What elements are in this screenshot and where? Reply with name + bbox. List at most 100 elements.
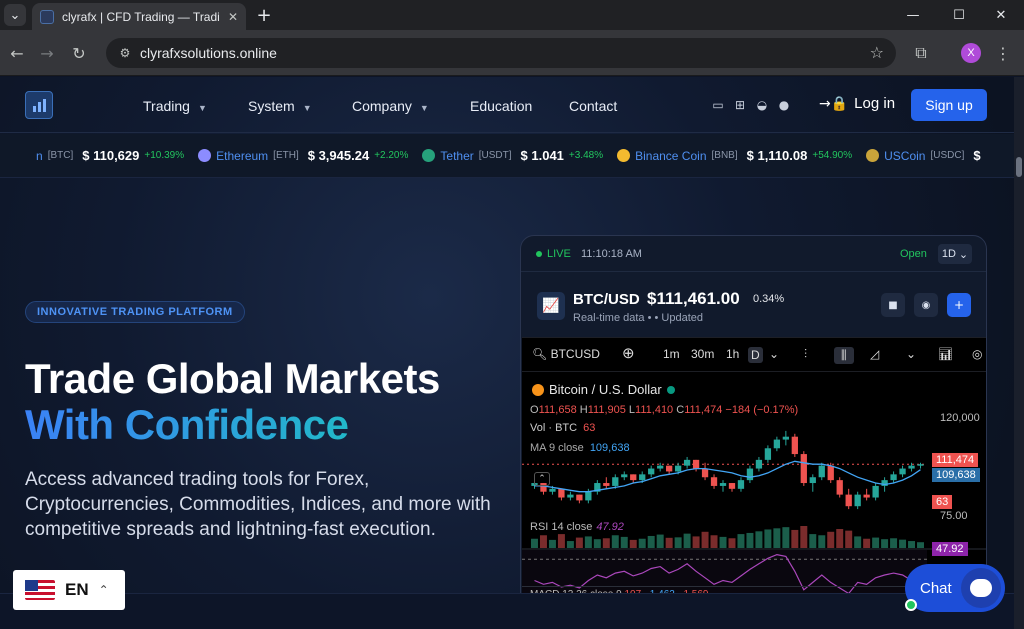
volume-bar bbox=[872, 537, 880, 548]
interval-1m[interactable]: 1m bbox=[663, 347, 680, 361]
candle-body bbox=[657, 465, 664, 469]
forward-arrow-icon[interactable]: → bbox=[34, 40, 60, 66]
candle-body bbox=[549, 488, 556, 492]
camera-icon[interactable]: ◎ bbox=[972, 347, 982, 361]
volume-bar bbox=[791, 529, 799, 548]
volume-bar bbox=[818, 535, 826, 548]
area-style-icon[interactable]: ◿ bbox=[870, 347, 879, 361]
desktop-icon[interactable]: ▭ bbox=[711, 98, 725, 112]
volume-bar bbox=[683, 533, 691, 548]
interval-1h[interactable]: 1h bbox=[726, 347, 739, 361]
volume-bar bbox=[800, 526, 808, 548]
extensions-icon[interactable]: ⧉ bbox=[908, 40, 934, 66]
maximize-button[interactable]: ☐ bbox=[936, 0, 982, 30]
profile-avatar[interactable]: X bbox=[961, 43, 981, 63]
nav-trading[interactable]: Trading ▼ bbox=[143, 98, 207, 114]
page-scrollbar[interactable] bbox=[1014, 77, 1024, 629]
language-code: EN bbox=[65, 580, 89, 599]
volume-bar bbox=[737, 534, 745, 548]
new-tab-button[interactable]: + bbox=[253, 4, 275, 26]
login-link[interactable]: →🔒 Log in bbox=[819, 95, 895, 112]
chevron-down-icon: ⌄ bbox=[958, 248, 969, 261]
chevron-down-icon[interactable]: ⌄ bbox=[769, 347, 779, 361]
site-info-icon[interactable]: ⚙ bbox=[116, 44, 134, 62]
collapse-legend-icon[interactable]: ⌃ bbox=[534, 472, 550, 486]
address-bar[interactable]: ⚙ clyrafxsolutions.online ☆ bbox=[106, 38, 896, 68]
reload-icon[interactable]: ↻ bbox=[66, 40, 92, 66]
candle-body bbox=[692, 459, 700, 469]
volume-bar bbox=[575, 537, 583, 548]
close-window-button[interactable]: ✕ bbox=[978, 0, 1024, 30]
nav-system[interactable]: System ▼ bbox=[248, 98, 312, 114]
volume-bar bbox=[746, 532, 754, 548]
volume-bar bbox=[674, 537, 682, 548]
tab-search-button[interactable]: ⌄ bbox=[4, 4, 26, 26]
ticker-symbol: [USDC] bbox=[930, 150, 965, 161]
volume-bar bbox=[728, 538, 736, 548]
volume-bar bbox=[854, 536, 862, 548]
compare-add-icon[interactable]: ⊕ bbox=[622, 344, 635, 362]
candle-body bbox=[782, 436, 789, 440]
volume-bar bbox=[782, 527, 790, 548]
hero-description: Access advanced trading tools for Forex,… bbox=[25, 469, 491, 540]
bookmark-star-icon[interactable]: ☆ bbox=[870, 43, 884, 62]
candle-body bbox=[863, 494, 870, 498]
candle-body bbox=[746, 468, 754, 481]
indicators-icon[interactable]: 📊︎ bbox=[938, 347, 953, 361]
ticker-price: $ 1.041 bbox=[520, 148, 564, 163]
hero-title-line1: Trade Global Markets bbox=[25, 355, 440, 402]
chevron-down-icon[interactable]: ⌄ bbox=[906, 347, 916, 361]
ticker-item[interactable]: USCoin [USDC] $ bbox=[866, 148, 986, 163]
android-icon[interactable]: ◒ bbox=[755, 98, 769, 112]
chat-button[interactable]: Chat bbox=[905, 564, 1005, 612]
browser-menu-icon[interactable]: ⋮ bbox=[990, 40, 1016, 66]
candle-body bbox=[639, 474, 646, 481]
usdc-icon bbox=[866, 149, 880, 162]
volume-bar bbox=[620, 536, 628, 548]
scrollbar-thumb[interactable] bbox=[1016, 157, 1022, 177]
minimize-button[interactable]: — bbox=[890, 0, 936, 30]
nav-company[interactable]: Company ▼ bbox=[352, 98, 429, 114]
symbol-search[interactable]: 🔍︎ BTCUSD bbox=[532, 347, 600, 361]
candle-body bbox=[701, 468, 709, 478]
ticker-item[interactable]: Binance Coin [BNB] $ 1,110.08 +54.90% bbox=[617, 148, 852, 163]
interval-30m[interactable]: 30m bbox=[691, 347, 714, 361]
candles-style-icon[interactable]: ⫼ bbox=[834, 347, 854, 364]
candle-body bbox=[648, 468, 655, 475]
chart-toolbar: 🔍︎ BTCUSD ⊕ 1m 30m 1h D ⌄ ⫶ ⫼ ◿ ⌄ 📊︎ ◎ bbox=[522, 338, 986, 372]
browser-tab[interactable]: clyrafx | CFD Trading — Trading ✕ bbox=[32, 3, 246, 30]
ma-line bbox=[534, 460, 921, 493]
back-arrow-icon[interactable]: ← bbox=[4, 40, 30, 66]
language-selector[interactable]: EN ⌃ bbox=[13, 570, 125, 610]
ticker-symbol: [BNB] bbox=[711, 150, 738, 161]
close-tab-icon[interactable]: ✕ bbox=[228, 10, 238, 24]
candle-body bbox=[737, 480, 745, 489]
target-button[interactable]: ◉ bbox=[914, 293, 938, 317]
ticker-item[interactable]: Tether [USDT] $ 1.041 +3.48% bbox=[422, 148, 603, 163]
clyrafx-logo[interactable] bbox=[25, 91, 53, 119]
windows-icon[interactable]: ⊞ bbox=[733, 98, 747, 112]
rsi-label: RSI 14 close 47.92 bbox=[530, 521, 624, 533]
chevron-down-icon: ▼ bbox=[302, 103, 312, 113]
widget-time: 11:10:18 AM bbox=[581, 248, 642, 260]
url-text[interactable]: clyrafxsolutions.online bbox=[140, 45, 277, 61]
apple-icon[interactable]: ● bbox=[777, 98, 791, 112]
timeframe-select[interactable]: 1D ⌄ bbox=[938, 244, 972, 264]
pair-change: 0.34% bbox=[753, 293, 785, 305]
ticker-item[interactable]: n [BTC] $ 110,629 +10.39% bbox=[36, 148, 184, 163]
nav-education[interactable]: Education bbox=[470, 98, 532, 114]
nav-contact[interactable]: Contact bbox=[569, 98, 617, 114]
chevron-down-icon: ▼ bbox=[197, 103, 207, 113]
candle-body bbox=[585, 491, 592, 501]
ticker-item[interactable]: Ethereum [ETH] $ 3,945.24 +2.20% bbox=[198, 148, 408, 163]
add-button[interactable]: + bbox=[947, 293, 971, 317]
interval-d[interactable]: D bbox=[748, 347, 763, 363]
ticker-change: +10.39% bbox=[144, 150, 185, 161]
hero-badge: INNOVATIVE TRADING PLATFORM bbox=[25, 301, 245, 323]
ticker-name: Tether bbox=[440, 148, 474, 163]
volume-bar bbox=[566, 541, 574, 548]
stop-button[interactable]: ■ bbox=[881, 293, 905, 317]
signup-button[interactable]: Sign up bbox=[911, 89, 987, 121]
bars-style-icon[interactable]: ⫶ bbox=[804, 347, 807, 362]
us-flag-icon bbox=[25, 580, 55, 600]
